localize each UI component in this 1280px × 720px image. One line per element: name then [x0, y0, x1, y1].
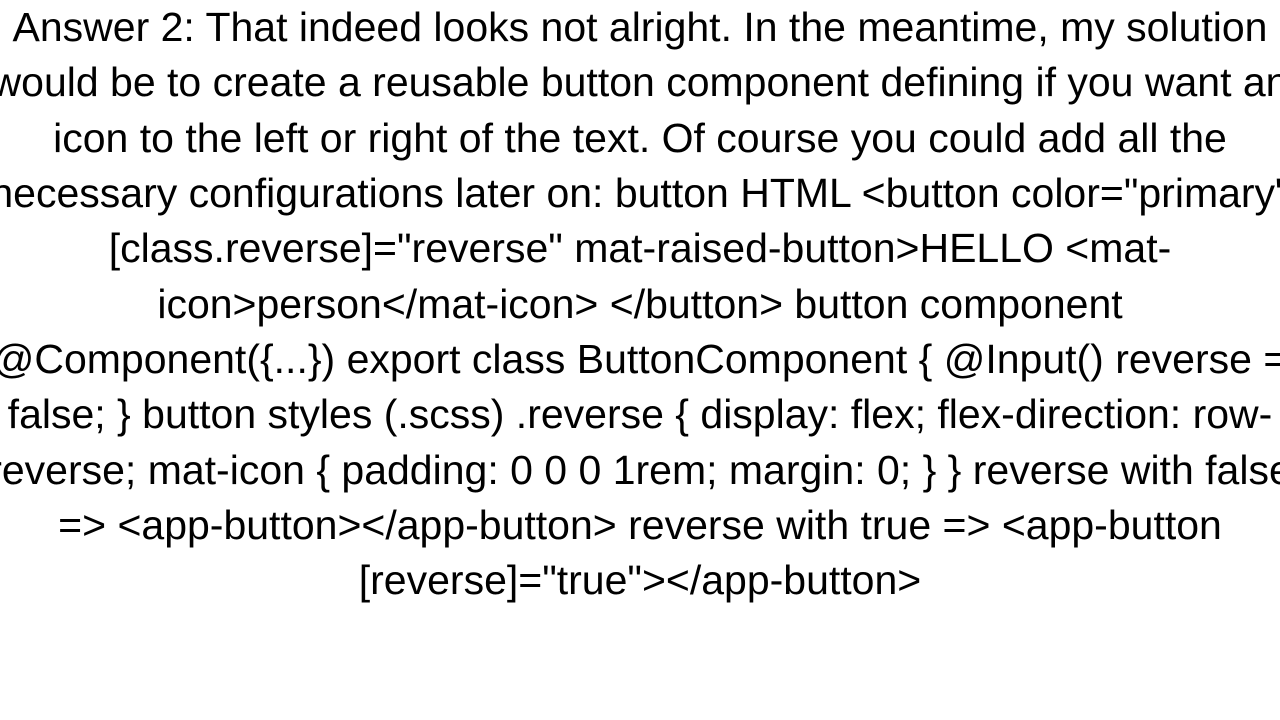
answer-body-text: Answer 2: That indeed looks not alright.…	[0, 0, 1280, 609]
